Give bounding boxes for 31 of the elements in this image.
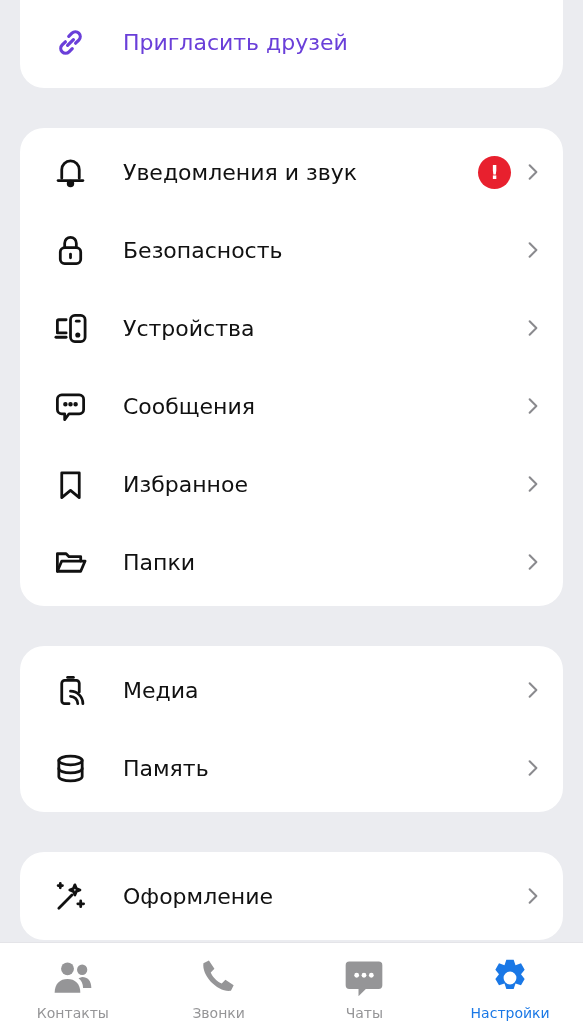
chevron-icon (527, 163, 539, 181)
chevron-icon (527, 319, 539, 337)
settings-item[interactable]: Папки (20, 523, 563, 601)
settings-item[interactable]: Сообщения (20, 367, 563, 445)
item-label: Уведомления и звук (123, 159, 358, 185)
chevron-icon (527, 241, 539, 259)
item-label: Избранное (123, 471, 249, 497)
chevron-icon (527, 759, 539, 777)
settings-item[interactable]: Уведомления и звук ! (20, 133, 563, 211)
item-label: Сообщения (123, 393, 257, 419)
chevron-icon (527, 397, 539, 415)
item-label: Медиа (123, 677, 200, 703)
item-label: Оформление (123, 883, 274, 909)
chevron-icon (527, 887, 539, 905)
settings-item[interactable]: Память (20, 729, 563, 807)
settings-item[interactable]: Устройства (20, 289, 563, 367)
chevron-icon (527, 475, 539, 493)
invite-row[interactable]: Пригласить друзей (20, 3, 563, 81)
settings-item[interactable]: Оформление (20, 857, 563, 935)
chevron-icon (527, 681, 539, 699)
alert-badge: ! (478, 155, 511, 189)
settings-item[interactable]: Медиа (20, 651, 563, 729)
item-label: Память (123, 755, 210, 781)
item-label: Папки (123, 549, 196, 575)
tab[interactable]: Настройки (437, 943, 583, 1024)
settings-item[interactable]: Избранное (20, 445, 563, 523)
item-label: Устройства (123, 315, 256, 341)
item-label: Безопасность (123, 237, 284, 263)
invite-label: Пригласить друзей (123, 29, 349, 55)
chevron-icon (527, 553, 539, 571)
settings-item[interactable]: Безопасность (20, 211, 563, 289)
